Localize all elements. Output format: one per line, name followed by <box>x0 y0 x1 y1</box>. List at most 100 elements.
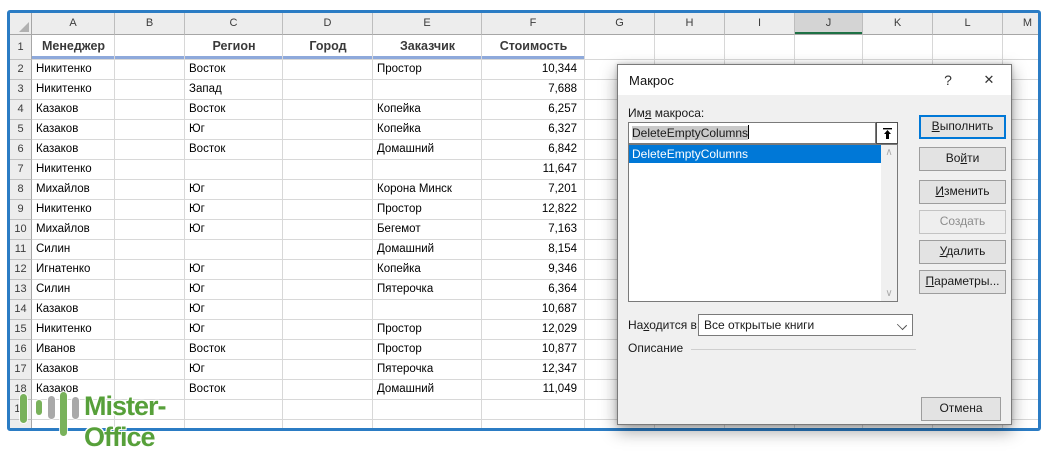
cell-C13[interactable]: Юг <box>185 280 283 300</box>
cell-C8[interactable]: Юг <box>185 180 283 200</box>
cell-F20[interactable] <box>482 420 585 431</box>
cell-C4[interactable]: Восток <box>185 100 283 120</box>
cell-D9[interactable] <box>283 200 373 220</box>
cell-A14[interactable]: Казаков <box>32 300 115 320</box>
cell-C12[interactable]: Юг <box>185 260 283 280</box>
cell-F16[interactable]: 10,877 <box>482 340 585 360</box>
cell-D17[interactable] <box>283 360 373 380</box>
cell-C20[interactable] <box>185 420 283 431</box>
cell-D1[interactable]: Город <box>283 35 373 60</box>
cell-F2[interactable]: 10,344 <box>482 60 585 80</box>
cell-C16[interactable]: Восток <box>185 340 283 360</box>
cell-B3[interactable] <box>115 80 185 100</box>
cell-F3[interactable]: 7,688 <box>482 80 585 100</box>
edit-button[interactable]: Изменить <box>919 180 1006 204</box>
cell-C5[interactable]: Юг <box>185 120 283 140</box>
row-header-17[interactable]: 17 <box>10 360 32 380</box>
cell-D6[interactable] <box>283 140 373 160</box>
cell-F5[interactable]: 6,327 <box>482 120 585 140</box>
cell-B20[interactable] <box>115 420 185 431</box>
cell-C11[interactable] <box>185 240 283 260</box>
cell-A9[interactable]: Никитенко <box>32 200 115 220</box>
cell-E11[interactable]: Домашний <box>373 240 482 260</box>
cell-E5[interactable]: Копейка <box>373 120 482 140</box>
cell-B6[interactable] <box>115 140 185 160</box>
column-header-H[interactable]: H <box>655 13 725 35</box>
cell-E10[interactable]: Бегемот <box>373 220 482 240</box>
cell-F8[interactable]: 7,201 <box>482 180 585 200</box>
run-button[interactable]: Выполнить <box>919 115 1006 139</box>
dialog-titlebar[interactable]: Макрос ? ✕ <box>618 65 1011 95</box>
cell-C3[interactable]: Запад <box>185 80 283 100</box>
cell-E3[interactable] <box>373 80 482 100</box>
cell-E14[interactable] <box>373 300 482 320</box>
cell-A10[interactable]: Михайлов <box>32 220 115 240</box>
cancel-button[interactable]: Отмена <box>921 397 1001 421</box>
cell-E16[interactable]: Простор <box>373 340 482 360</box>
options-button[interactable]: Параметры... <box>919 270 1006 294</box>
cell-F4[interactable]: 6,257 <box>482 100 585 120</box>
cell-D19[interactable] <box>283 400 373 420</box>
cell-A4[interactable]: Казаков <box>32 100 115 120</box>
row-header-14[interactable]: 14 <box>10 300 32 320</box>
cell-F13[interactable]: 6,364 <box>482 280 585 300</box>
row-header-10[interactable]: 10 <box>10 220 32 240</box>
cell-F17[interactable]: 12,347 <box>482 360 585 380</box>
list-scrollbar[interactable]: ∧ ∨ <box>881 145 897 301</box>
cell-B1[interactable] <box>115 35 185 60</box>
cell-B8[interactable] <box>115 180 185 200</box>
cell-A16[interactable]: Иванов <box>32 340 115 360</box>
cell-M1[interactable] <box>1003 35 1041 60</box>
cell-E6[interactable]: Домашний <box>373 140 482 160</box>
help-icon[interactable]: ? <box>940 72 956 88</box>
cell-J1[interactable] <box>795 35 863 60</box>
row-header-9[interactable]: 9 <box>10 200 32 220</box>
cell-L1[interactable] <box>933 35 1003 60</box>
cell-B16[interactable] <box>115 340 185 360</box>
cell-D20[interactable] <box>283 420 373 431</box>
row-header-13[interactable]: 13 <box>10 280 32 300</box>
cell-A8[interactable]: Михайлов <box>32 180 115 200</box>
cell-A18[interactable]: Казаков <box>32 380 115 400</box>
cell-C10[interactable]: Юг <box>185 220 283 240</box>
cell-B17[interactable] <box>115 360 185 380</box>
cell-E19[interactable] <box>373 400 482 420</box>
cell-D5[interactable] <box>283 120 373 140</box>
column-header-B[interactable]: B <box>115 13 185 35</box>
cell-F11[interactable]: 8,154 <box>482 240 585 260</box>
cell-E4[interactable]: Копейка <box>373 100 482 120</box>
cell-C7[interactable] <box>185 160 283 180</box>
cell-A19[interactable] <box>32 400 115 420</box>
cell-B10[interactable] <box>115 220 185 240</box>
row-header-1[interactable]: 1 <box>10 35 32 60</box>
cell-F7[interactable]: 11,647 <box>482 160 585 180</box>
cell-E7[interactable] <box>373 160 482 180</box>
column-header-A[interactable]: A <box>32 13 115 35</box>
cell-C2[interactable]: Восток <box>185 60 283 80</box>
cell-F6[interactable]: 6,842 <box>482 140 585 160</box>
column-header-J[interactable]: J <box>795 13 863 35</box>
cell-B7[interactable] <box>115 160 185 180</box>
row-header-19[interactable]: 19 <box>10 400 32 420</box>
delete-button[interactable]: Удалить <box>919 240 1006 264</box>
cell-F14[interactable]: 10,687 <box>482 300 585 320</box>
cell-B18[interactable] <box>115 380 185 400</box>
cell-C14[interactable]: Юг <box>185 300 283 320</box>
cell-E20[interactable] <box>373 420 482 431</box>
row-header-8[interactable]: 8 <box>10 180 32 200</box>
column-header-F[interactable]: F <box>482 13 585 35</box>
cell-B5[interactable] <box>115 120 185 140</box>
cell-D12[interactable] <box>283 260 373 280</box>
cell-B13[interactable] <box>115 280 185 300</box>
cell-D4[interactable] <box>283 100 373 120</box>
cell-C1[interactable]: Регион <box>185 35 283 60</box>
cell-G1[interactable] <box>585 35 655 60</box>
cell-A6[interactable]: Казаков <box>32 140 115 160</box>
cell-D7[interactable] <box>283 160 373 180</box>
macro-list[interactable]: DeleteEmptyColumns ∧ ∨ <box>628 144 898 302</box>
cell-F19[interactable] <box>482 400 585 420</box>
row-header-11[interactable]: 11 <box>10 240 32 260</box>
row-header-2[interactable]: 2 <box>10 60 32 80</box>
cell-D18[interactable] <box>283 380 373 400</box>
cell-B15[interactable] <box>115 320 185 340</box>
